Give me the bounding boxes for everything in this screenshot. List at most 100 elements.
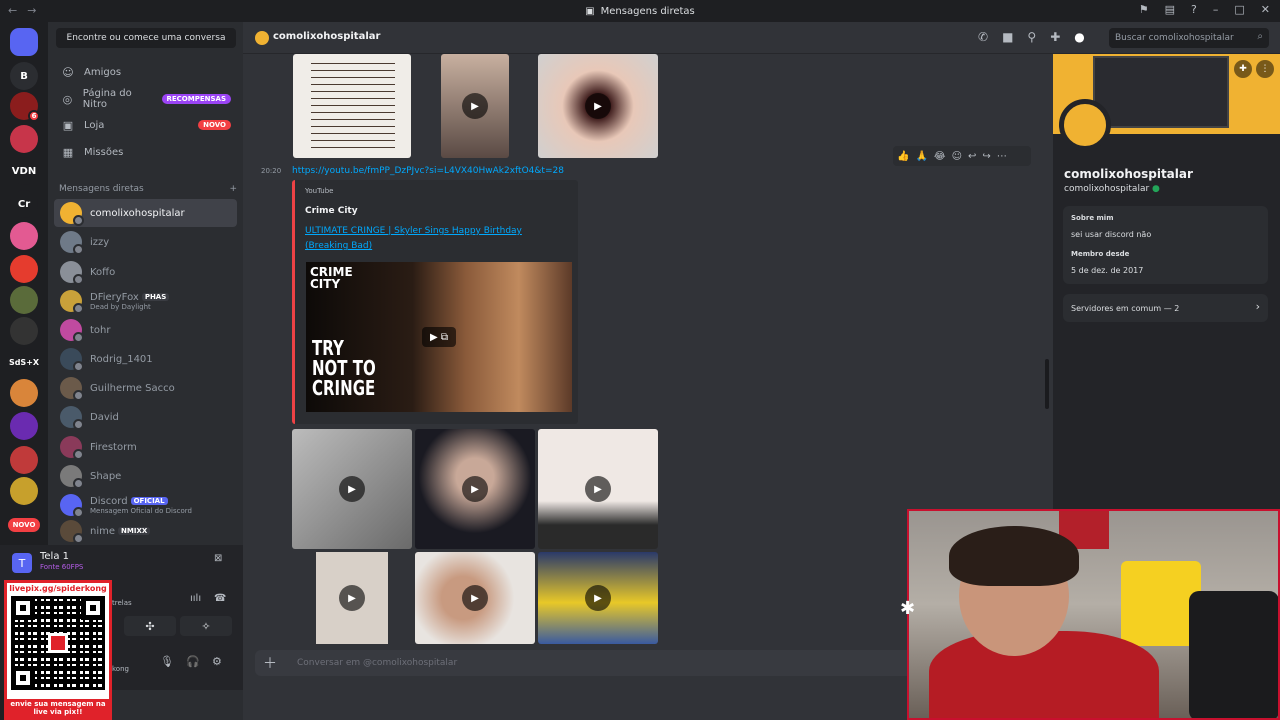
mic-icon[interactable]: 🎙 <box>160 655 174 668</box>
video-thumbnail[interactable]: ▶ <box>415 552 535 644</box>
dm-item[interactable]: Firestorm <box>54 433 237 461</box>
play-icon: ▶ <box>462 476 488 502</box>
window-controls: ⚑ ▤ ? – □ ✕ <box>1139 3 1270 16</box>
soundboard-icon[interactable]: ıılı <box>190 593 201 604</box>
server-icon[interactable]: SdS+X <box>8 348 40 376</box>
webcam-overlay <box>907 509 1280 720</box>
channel-name: comolixohospitalar <box>273 31 381 42</box>
server-label: SdS+X <box>8 357 40 367</box>
add-reaction-icon[interactable]: ☺ <box>952 151 962 162</box>
nav-item[interactable]: ▦ Missões <box>54 140 237 164</box>
dm-item[interactable]: Rodrig_1401 <box>54 345 237 373</box>
video-thumbnail[interactable]: ▶ <box>538 552 658 644</box>
dm-item[interactable]: Discord OFICIAL Mensagem Oficial do Discor… <box>54 491 237 519</box>
video-thumbnail[interactable]: ▶ <box>292 552 412 644</box>
reply-icon[interactable]: ↩ <box>968 151 976 162</box>
add-friend-icon[interactable]: ✚ <box>1234 60 1252 78</box>
server-icon[interactable] <box>10 125 38 153</box>
stop-stream-icon[interactable]: ⊠ <box>214 553 222 564</box>
video-thumbnail[interactable]: ▶ <box>538 429 658 549</box>
flag-icon[interactable]: ⚑ <box>1139 3 1149 16</box>
channel-search-input[interactable]: Buscar comolixohospitalar ⌕ <box>1109 28 1269 48</box>
server-icon[interactable]: B <box>10 62 38 90</box>
reaction-laugh[interactable]: 😂 <box>934 151 946 162</box>
server-icon[interactable] <box>10 255 38 283</box>
stream-title: Tela 1 <box>40 551 70 562</box>
more-icon[interactable]: ⋯ <box>997 151 1007 162</box>
video-thumbnail[interactable]: ▶ <box>292 429 412 549</box>
channel-avatar <box>255 31 269 45</box>
title-bar: ← → ▣ Mensagens diretas ⚑ ▤ ? – □ ✕ <box>0 0 1280 22</box>
server-icon[interactable] <box>10 446 38 474</box>
server-icon[interactable] <box>10 412 38 440</box>
nav-item[interactable]: ◎ Página do Nitro RECOMPENSAS <box>54 87 237 111</box>
settings-icon[interactable]: ⚙ <box>212 655 222 668</box>
forward-icon[interactable]: → <box>27 4 36 17</box>
server-icon[interactable] <box>10 379 38 407</box>
help-icon[interactable]: ? <box>1191 3 1197 16</box>
embed-author[interactable]: Crime City <box>305 206 358 216</box>
forward-icon[interactable]: ↪ <box>982 151 990 162</box>
dm-section-header: Mensagens diretas + <box>59 184 237 194</box>
search-icon: ⌕ <box>1257 31 1263 42</box>
nav-item[interactable]: ☺ Amigos <box>54 60 237 84</box>
close-icon[interactable]: ✕ <box>1261 3 1270 16</box>
qr-url: livepix.gg/spiderkong <box>9 584 107 593</box>
chat-scrollbar[interactable] <box>1045 359 1049 409</box>
nav-item[interactable]: ▣ Loja NOVO <box>54 113 237 137</box>
server-icon[interactable] <box>10 222 38 250</box>
embed-title[interactable]: ULTIMATE CRINGE | Skyler Sings Happy Bir… <box>305 224 555 254</box>
soundboard-button[interactable]: ✧ <box>180 616 232 636</box>
reaction-pray[interactable]: 🙏 <box>915 151 927 162</box>
dm-item[interactable]: izzy <box>54 228 237 256</box>
profile-username: comolixohospitalar ● <box>1064 184 1160 194</box>
dm-item[interactable]: Shape <box>54 462 237 490</box>
qr-corner <box>11 666 35 690</box>
mutual-servers-button[interactable]: Servidores em comum — 2 › <box>1063 294 1268 322</box>
add-friend-icon[interactable]: ✚ <box>1050 30 1060 44</box>
play-icon[interactable]: ▶ ⧉ <box>422 327 456 347</box>
embed-logo: CRIME CITY <box>310 265 353 291</box>
profile-toggle-icon[interactable]: ● <box>1074 30 1084 44</box>
video-thumbnail[interactable]: ▶ <box>441 54 509 158</box>
dm-search-button[interactable]: Encontre ou comece uma conversa <box>56 28 236 48</box>
minimize-icon[interactable]: – <box>1213 3 1219 16</box>
about-label: Sobre mim <box>1071 214 1114 222</box>
headphone-icon[interactable]: 🎧 <box>186 655 200 668</box>
activity-button[interactable]: ✣ <box>124 616 176 636</box>
server-icon[interactable]: 6 <box>10 92 40 122</box>
embed-video-thumbnail[interactable]: CRIME CITY TRY NOT TO CRINGE ▶ ⧉ <box>306 262 572 412</box>
pin-icon[interactable]: ⚲ <box>1027 30 1036 44</box>
disconnect-icon[interactable]: ☎ <box>214 593 226 604</box>
reaction-thumbs-up[interactable]: 👍 <box>897 151 909 162</box>
video-call-icon[interactable]: ■ <box>1002 30 1013 44</box>
video-thumbnail[interactable] <box>293 54 411 158</box>
dm-item[interactable]: nime NMIXX <box>54 517 237 545</box>
dm-item[interactable]: comolixohospitalar <box>54 199 237 227</box>
server-icon[interactable] <box>10 286 38 314</box>
dm-item[interactable]: Koffo <box>54 258 237 286</box>
avatar <box>60 436 84 460</box>
inbox-icon[interactable]: ▤ <box>1165 3 1175 16</box>
add-dm-button[interactable]: + <box>229 184 237 194</box>
back-icon[interactable]: ← <box>8 4 17 17</box>
server-icon[interactable] <box>10 317 38 345</box>
server-icon[interactable] <box>10 28 38 56</box>
server-icon[interactable] <box>10 477 38 505</box>
dm-item[interactable]: tohr <box>54 316 237 344</box>
dm-name: tohr <box>90 324 111 336</box>
call-icon[interactable]: ✆ <box>978 30 988 44</box>
maximize-icon[interactable]: □ <box>1234 3 1244 16</box>
message-link[interactable]: https://youtu.be/fmPP_DzPJvc?si=L4VX40Hw… <box>292 166 564 176</box>
cam-chair <box>1189 591 1278 718</box>
dm-item[interactable]: DFieryFox PHAS Dead by Daylight <box>54 287 237 315</box>
attach-icon[interactable]: ＋ <box>263 653 281 673</box>
dm-item[interactable]: David <box>54 403 237 431</box>
server-icon[interactable]: Cr <box>10 190 38 218</box>
video-thumbnail[interactable]: ▶ <box>538 54 658 158</box>
stream-sub: Fonte 60FPS <box>40 563 84 571</box>
dm-item[interactable]: Guilherme Sacco <box>54 374 237 402</box>
server-icon[interactable]: VDN <box>10 157 38 185</box>
video-thumbnail[interactable]: ▶ <box>415 429 535 549</box>
profile-more-icon[interactable]: ⋮ <box>1256 60 1274 78</box>
